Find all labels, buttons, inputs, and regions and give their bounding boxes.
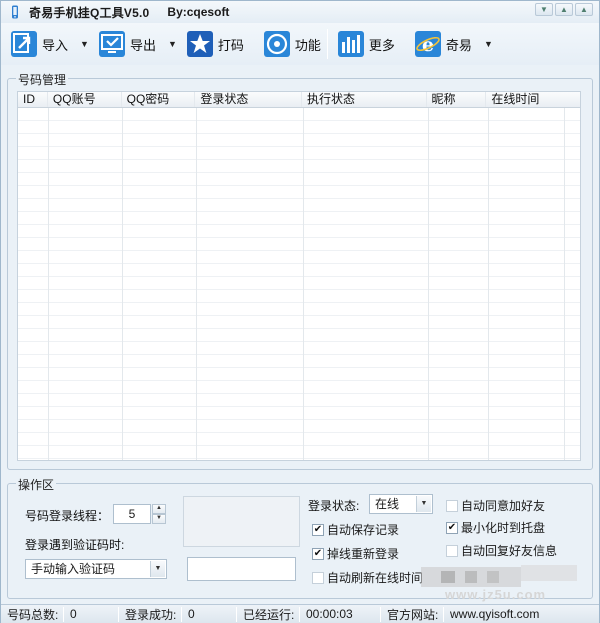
total-count-value: 0 xyxy=(70,607,77,621)
export-icon xyxy=(97,29,127,59)
checkbox-unchecked-icon[interactable] xyxy=(446,544,458,557)
chevron-down-icon[interactable]: ▼ xyxy=(150,561,165,577)
close-icon[interactable]: ▲ xyxy=(575,3,593,16)
bar-chart-icon xyxy=(336,29,366,59)
column-header-login-status[interactable]: 登录状态 xyxy=(195,92,302,107)
auto-refresh-label: 自动刷新在线时间 xyxy=(327,571,424,585)
checkbox-checked-icon[interactable]: ✔ xyxy=(312,547,324,560)
login-status-label: 登录状态: xyxy=(308,499,360,513)
column-divider xyxy=(428,108,429,460)
title-bar: 奇易手机挂Q工具V5.0 By:cqesoft ▼ ▲ ▲ xyxy=(1,1,599,23)
import-dropdown-icon[interactable]: ▼ xyxy=(80,39,89,49)
captcha-image xyxy=(183,496,300,547)
window-title: 奇易手机挂Q工具V5.0 xyxy=(29,5,150,20)
threads-label: 号码登录线程： xyxy=(25,509,110,523)
import-button[interactable]: 导入 xyxy=(7,26,70,62)
running-time-label: 已经运行: xyxy=(243,607,295,622)
auto-reply-label: 自动回复好友信息 xyxy=(461,544,558,558)
account-table[interactable]: ID QQ账号 QQ密码 登录状态 执行状态 昵称 在线时间 xyxy=(17,91,581,461)
checkbox-checked-icon[interactable]: ✔ xyxy=(446,521,458,534)
app-logo-icon xyxy=(9,5,21,19)
import-icon xyxy=(9,29,39,59)
table-body[interactable] xyxy=(18,108,580,460)
checkbox-unchecked-icon[interactable] xyxy=(312,571,324,584)
disc-icon xyxy=(262,29,292,59)
minimize-icon[interactable]: ▲ xyxy=(555,3,573,16)
import-label: 导入 xyxy=(42,37,69,53)
toolbar-separator xyxy=(326,29,328,59)
auto-reply-checkbox[interactable]: 自动回复好友信息 xyxy=(446,542,557,559)
browser-icon: e xyxy=(413,29,443,59)
window-controls: ▼ ▲ ▲ xyxy=(535,3,593,16)
column-divider xyxy=(303,108,304,460)
auto-accept-label: 自动同意加好友 xyxy=(461,499,546,513)
more-button[interactable]: 更多 xyxy=(334,26,397,62)
login-status-select[interactable]: 在线 ▼ xyxy=(369,494,433,514)
stepper-down-icon[interactable]: ▼ xyxy=(152,514,166,524)
login-success-label: 登录成功: xyxy=(125,607,177,622)
column-header-nickname[interactable]: 昵称 xyxy=(427,92,487,107)
chevron-down-icon[interactable]: ▼ xyxy=(416,496,431,512)
column-header-exec-status[interactable]: 执行状态 xyxy=(302,92,427,107)
captcha-mode-select[interactable]: 手动输入验证码 ▼ xyxy=(25,559,167,579)
login-success-value: 0 xyxy=(188,607,195,621)
total-count-label: 号码总数: xyxy=(7,607,59,622)
column-header-online-time[interactable]: 在线时间 xyxy=(486,92,580,107)
captcha-label: 登录遇到验证码时: xyxy=(25,538,125,552)
qiyi-button[interactable]: e 奇易 xyxy=(411,26,474,62)
window-author: By:cqesoft xyxy=(167,5,230,19)
website-link[interactable]: www.qyisoft.com xyxy=(444,605,554,623)
column-header-id[interactable]: ID xyxy=(18,92,48,107)
running-time-value: 00:00:03 xyxy=(306,607,353,621)
export-label: 导出 xyxy=(129,37,156,53)
main-window: 奇易手机挂Q工具V5.0 By:cqesoft ▼ ▲ ▲ 导入 ▼ 导出 ▼ … xyxy=(0,0,600,623)
checkbox-checked-icon[interactable]: ✔ xyxy=(312,523,324,536)
table-header: ID QQ账号 QQ密码 登录状态 执行状态 昵称 在线时间 xyxy=(18,92,580,108)
threads-input[interactable]: 5 xyxy=(113,504,151,524)
star-icon xyxy=(185,29,215,59)
qiyi-label: 奇易 xyxy=(445,37,472,53)
account-management-title: 号码管理 xyxy=(16,71,69,88)
captcha-service-button[interactable]: 打码 xyxy=(183,26,246,62)
watermark: www.jz5u.com xyxy=(421,563,581,602)
threads-stepper[interactable]: ▲ ▼ xyxy=(152,504,166,524)
export-button[interactable]: 导出 xyxy=(95,26,158,62)
operations-title: 操作区 xyxy=(16,476,57,493)
login-status-value: 在线 xyxy=(375,497,400,511)
auto-accept-checkbox[interactable]: 自动同意加好友 xyxy=(446,497,545,514)
captcha-service-label: 打码 xyxy=(217,37,244,53)
column-header-qq-password[interactable]: QQ密码 xyxy=(122,92,196,107)
status-bar: 号码总数: 0 登录成功: 0 已经运行: 00:00:03 官方网站: www… xyxy=(1,604,599,623)
reconnect-label: 掉线重新登录 xyxy=(327,547,400,561)
checkbox-unchecked-icon[interactable] xyxy=(446,499,458,512)
column-divider xyxy=(564,108,565,460)
column-divider xyxy=(196,108,197,460)
svg-text:e: e xyxy=(422,34,434,56)
auto-refresh-checkbox[interactable]: 自动刷新在线时间 xyxy=(312,569,423,586)
export-dropdown-icon[interactable]: ▼ xyxy=(168,39,177,49)
auto-save-label: 自动保存记录 xyxy=(327,523,400,537)
website-label: 官方网站: xyxy=(387,607,439,622)
function-button[interactable]: 功能 xyxy=(260,26,323,62)
column-header-qq-account[interactable]: QQ账号 xyxy=(48,92,122,107)
stepper-up-icon[interactable]: ▲ xyxy=(152,504,166,514)
toolbar: 导入 ▼ 导出 ▼ 打码 功能 更多 e 奇易 ▼ xyxy=(1,23,599,65)
watermark-text: www.jz5u.com xyxy=(445,587,547,602)
auto-save-checkbox[interactable]: ✔ 自动保存记录 xyxy=(312,521,399,538)
more-label: 更多 xyxy=(368,37,395,53)
column-divider xyxy=(48,108,49,460)
captcha-mode-value: 手动输入验证码 xyxy=(31,562,116,576)
column-divider xyxy=(488,108,489,460)
captcha-input[interactable] xyxy=(187,557,296,581)
dropdown-menu-icon[interactable]: ▼ xyxy=(535,3,553,16)
qiyi-dropdown-icon[interactable]: ▼ xyxy=(484,39,493,49)
minimize-tray-checkbox[interactable]: ✔ 最小化时到托盘 xyxy=(446,519,545,536)
function-label: 功能 xyxy=(294,37,321,53)
minimize-tray-label: 最小化时到托盘 xyxy=(461,521,546,535)
column-divider xyxy=(122,108,123,460)
reconnect-checkbox[interactable]: ✔ 掉线重新登录 xyxy=(312,545,399,562)
